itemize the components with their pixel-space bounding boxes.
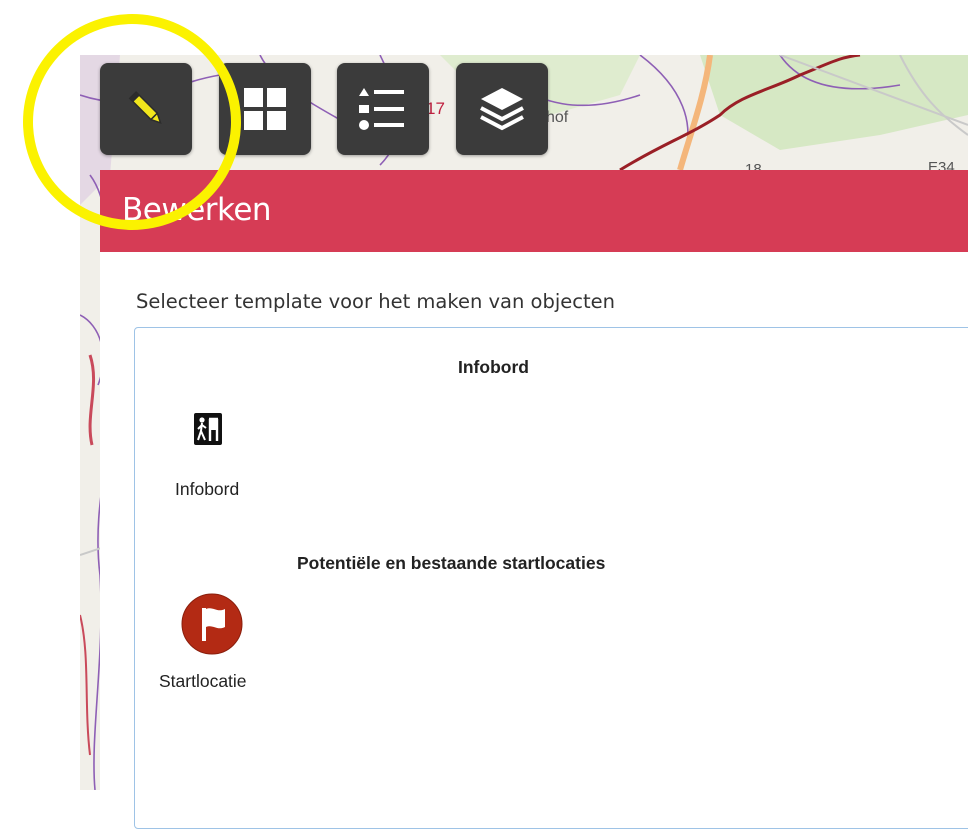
list-icon <box>359 88 404 130</box>
template-picker: Infobord Infobord Potentiële en bestaand… <box>134 327 968 829</box>
basemap-gallery-button[interactable] <box>219 63 311 155</box>
group-title: Infobord <box>458 357 529 377</box>
template-item[interactable]: Infobord <box>157 413 267 503</box>
pencil-icon <box>128 90 162 124</box>
legend-button[interactable] <box>337 63 429 155</box>
edit-button[interactable] <box>100 63 192 155</box>
template-item[interactable]: Startlocatie <box>155 593 275 703</box>
map-place-label: hof <box>546 109 569 126</box>
template-label: Startlocatie <box>159 671 247 691</box>
layer-list-button[interactable] <box>456 63 548 155</box>
grid-icon <box>244 88 286 130</box>
group-title: Potentiële en bestaande startlocaties <box>297 553 606 573</box>
panel-title: Bewerken <box>122 192 272 228</box>
panel-header: Bewerken <box>100 170 968 252</box>
template-instruction: Selecteer template voor het maken van ob… <box>136 290 615 313</box>
layers-icon <box>480 88 524 131</box>
flag-icon <box>181 593 243 655</box>
hiker-board-icon <box>194 413 222 445</box>
template-label: Infobord <box>175 479 240 499</box>
edit-panel: Bewerken Selecteer template voor het mak… <box>100 170 968 829</box>
